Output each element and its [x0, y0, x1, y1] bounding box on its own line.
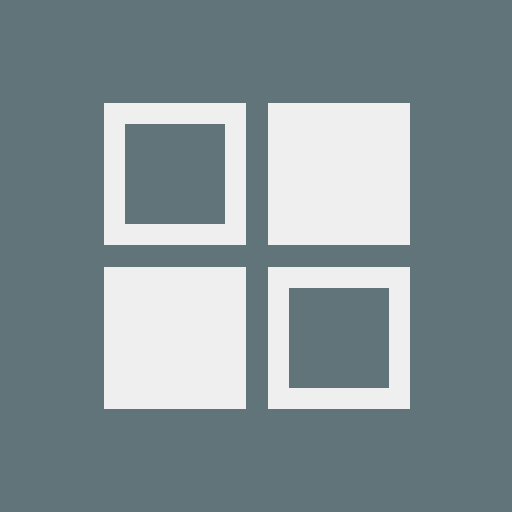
tile-bottom-right: [268, 267, 410, 409]
tile-top-left: [104, 103, 246, 245]
grid-view-icon: [0, 0, 512, 512]
tile-bottom-left: [104, 267, 246, 409]
tile-top-right: [268, 103, 410, 245]
